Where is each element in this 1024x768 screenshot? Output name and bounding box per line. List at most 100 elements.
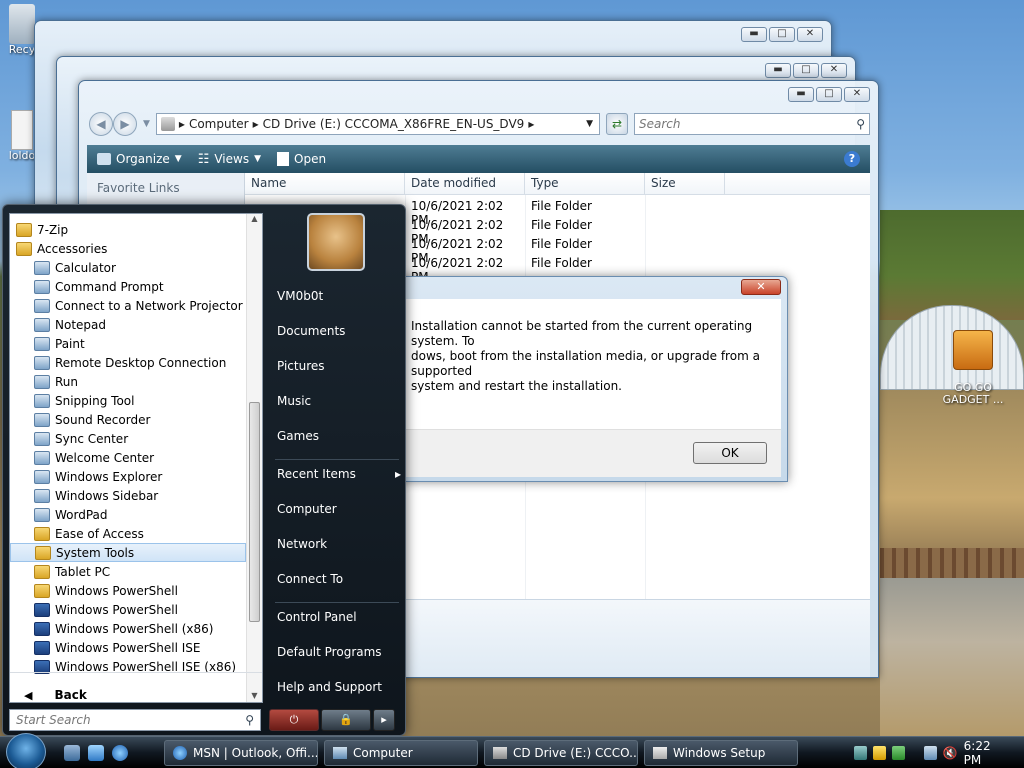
organize-button[interactable]: Organize ▼	[97, 152, 182, 166]
start-item-pictures[interactable]: Pictures	[277, 359, 401, 373]
volume-muted-icon[interactable]: 🔇	[943, 746, 958, 760]
views-button[interactable]: ☷ Views ▼	[198, 152, 261, 167]
security-tray-icon[interactable]	[872, 746, 886, 760]
command-bar: Organize ▼ ☷ Views ▼ Open ?	[87, 145, 870, 173]
start-item-games[interactable]: Games	[277, 429, 401, 443]
maximize-button[interactable]: □	[793, 63, 819, 78]
program-label: Calculator	[55, 260, 116, 275]
program-item[interactable]: Remote Desktop Connection	[10, 353, 246, 372]
program-item[interactable]: Windows PowerShell ISE (x86)	[10, 657, 246, 676]
back-button[interactable]: ◀ Back	[16, 684, 256, 706]
views-icon: ☷	[197, 151, 210, 167]
breadcrumb-computer[interactable]: Computer	[189, 117, 249, 131]
document-icon	[11, 110, 33, 150]
program-item[interactable]: Windows PowerShell	[10, 581, 246, 600]
power-options-arrow-icon[interactable]: ▸	[373, 709, 395, 731]
maximize-button[interactable]: □	[816, 87, 842, 102]
close-button[interactable]: ✕	[821, 63, 847, 78]
ok-button[interactable]: OK	[693, 442, 767, 464]
refresh-icon[interactable]: ⇄	[606, 113, 628, 135]
program-item[interactable]: Sync Center	[10, 429, 246, 448]
column-type[interactable]: Type	[525, 173, 645, 195]
program-item[interactable]: WordPad	[10, 505, 246, 524]
program-item[interactable]: Paint	[10, 334, 246, 353]
connection-tray-icon[interactable]	[923, 746, 937, 760]
address-bar[interactable]: ▸ Computer ▸ CD Drive (E:) CCCOMA_X86FRE…	[155, 113, 600, 135]
user-name[interactable]: VM0b0t	[277, 289, 401, 303]
start-button[interactable]	[6, 733, 46, 768]
setup-icon	[653, 747, 667, 759]
start-item-default-programs[interactable]: Default Programs	[277, 645, 401, 659]
column-date-modified[interactable]: Date modified	[405, 173, 525, 195]
switch-windows-icon[interactable]	[88, 745, 104, 761]
lock-icon[interactable]: 🔒	[321, 709, 371, 731]
chevron-down-icon: ▼	[174, 154, 182, 164]
program-item[interactable]: Welcome Center	[10, 448, 246, 467]
program-item[interactable]: Windows PowerShell (x86)	[10, 619, 246, 638]
start-item-help-and-support[interactable]: Help and Support	[277, 680, 401, 694]
open-button[interactable]: Open	[277, 152, 326, 166]
close-button[interactable]: ✕	[844, 87, 870, 102]
address-dropdown-icon[interactable]: ▼	[586, 119, 593, 129]
network-tray-icon[interactable]	[853, 746, 867, 760]
column-name[interactable]: Name	[245, 173, 405, 195]
program-item[interactable]: Run	[10, 372, 246, 391]
search-icon[interactable]: ⚲	[856, 117, 865, 131]
window-controls: ▬ □ ✕	[788, 87, 870, 102]
clock[interactable]: 6:22 PM	[964, 739, 1008, 767]
search-icon[interactable]: ⚲	[245, 713, 254, 727]
back-button[interactable]: ◀	[89, 112, 113, 136]
taskbar-button-cd-drive[interactable]: CD Drive (E:) CCCO...	[484, 740, 638, 766]
start-search-box[interactable]: Start Search ⚲	[9, 709, 261, 731]
scrollbar[interactable]: ▲ ▼	[246, 214, 262, 702]
show-desktop-icon[interactable]	[64, 745, 80, 761]
sidebar-tray-icon[interactable]	[891, 746, 905, 760]
close-button[interactable]: ✕	[797, 27, 823, 42]
start-item-network[interactable]: Network	[277, 537, 401, 551]
search-box[interactable]: Search ⚲	[634, 113, 870, 135]
program-item[interactable]: Calculator	[10, 258, 246, 277]
program-item[interactable]: Notepad	[10, 315, 246, 334]
minimize-button[interactable]: ▬	[741, 27, 767, 42]
scroll-up-icon[interactable]: ▲	[247, 214, 262, 223]
user-avatar[interactable]	[307, 213, 365, 271]
minimize-button[interactable]: ▬	[765, 63, 791, 78]
start-item-recent-items[interactable]: Recent Items ▸	[277, 467, 401, 481]
start-item-computer[interactable]: Computer	[277, 502, 401, 516]
program-item[interactable]: Accessories	[10, 239, 246, 258]
breadcrumb-cd-drive[interactable]: CD Drive (E:) CCCOMA_X86FRE_EN-US_DV9	[263, 117, 525, 131]
notification-area: 🔇 6:22 PM	[853, 739, 1024, 767]
program-item[interactable]: Command Prompt	[10, 277, 246, 296]
program-item[interactable]: Windows Sidebar	[10, 486, 246, 505]
program-item[interactable]: Windows PowerShell	[10, 600, 246, 619]
taskbar-button-computer[interactable]: Computer	[324, 740, 478, 766]
start-item-connect-to[interactable]: Connect To	[277, 572, 401, 586]
program-item[interactable]: 7-Zip	[10, 220, 246, 239]
internet-explorer-icon[interactable]	[112, 745, 128, 761]
program-item[interactable]: Snipping Tool	[10, 391, 246, 410]
start-item-music[interactable]: Music	[277, 394, 401, 408]
program-item[interactable]: System Tools	[10, 543, 246, 562]
dialog-close-button[interactable]: ✕	[741, 279, 781, 295]
program-label: WordPad	[55, 507, 108, 522]
taskbar-button-msn[interactable]: MSN | Outlook, Offi...	[164, 740, 318, 766]
program-item[interactable]: Connect to a Network Projector	[10, 296, 246, 315]
power-icon[interactable]: ⏻	[269, 709, 319, 731]
taskbar-label: Windows Setup	[673, 746, 766, 760]
program-item[interactable]: Ease of Access	[10, 524, 246, 543]
start-item-control-panel[interactable]: Control Panel	[277, 610, 401, 624]
forward-button[interactable]: ▶	[113, 112, 137, 136]
help-icon[interactable]: ?	[844, 151, 860, 167]
go-go-gadget-desktop-icon[interactable]: GO GO GADGET ...	[938, 318, 1008, 418]
start-item-documents[interactable]: Documents	[277, 324, 401, 338]
taskbar-button-windows-setup[interactable]: Windows Setup	[644, 740, 798, 766]
program-item[interactable]: Windows PowerShell ISE	[10, 638, 246, 657]
program-item[interactable]: Sound Recorder	[10, 410, 246, 429]
maximize-button[interactable]: □	[769, 27, 795, 42]
recent-pages-chevron-icon[interactable]: ▼	[143, 119, 150, 129]
column-size[interactable]: Size	[645, 173, 725, 195]
minimize-button[interactable]: ▬	[788, 87, 814, 102]
program-item[interactable]: Windows Explorer	[10, 467, 246, 486]
scroll-thumb[interactable]	[249, 402, 260, 622]
program-item[interactable]: Tablet PC	[10, 562, 246, 581]
